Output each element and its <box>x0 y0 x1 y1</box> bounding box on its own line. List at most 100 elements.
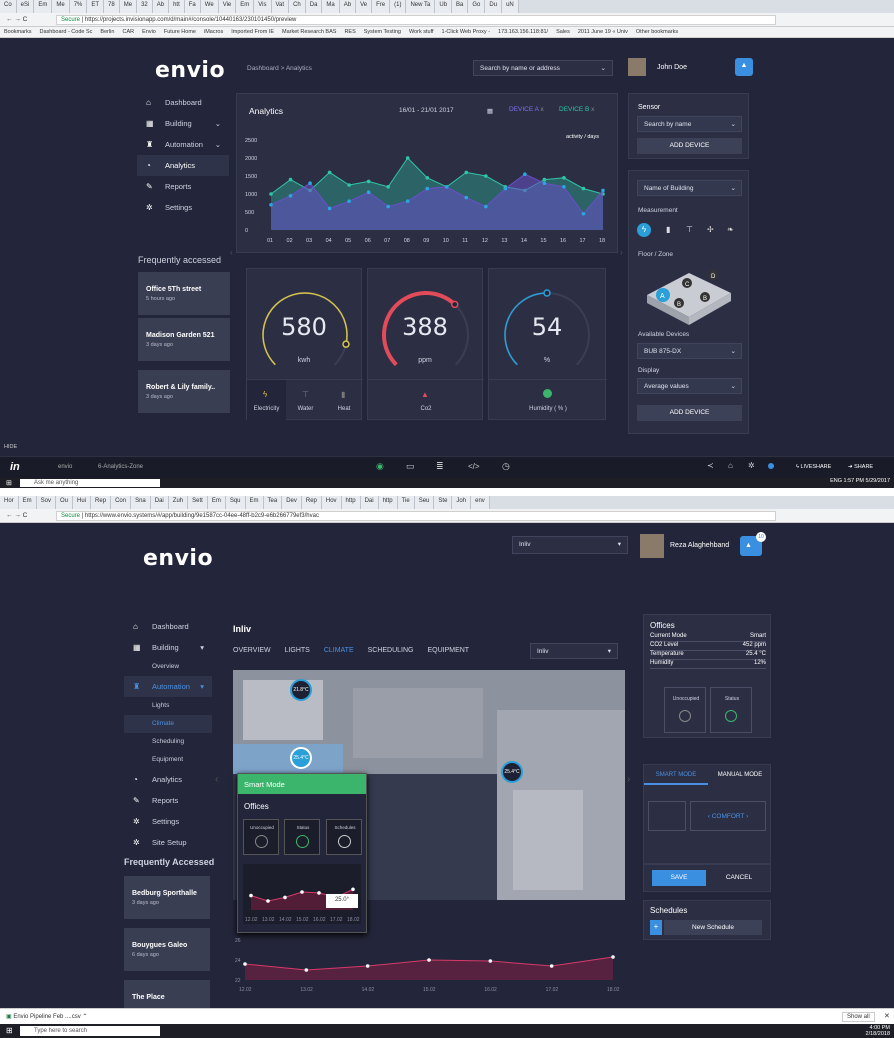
tap-icon[interactable]: ⊤ <box>686 225 693 234</box>
data-point[interactable] <box>425 186 430 191</box>
history-icon[interactable]: ◷ <box>502 461 510 472</box>
browser-tab[interactable]: Zuh <box>168 496 189 509</box>
search-select[interactable]: Search by name or address ⌄ <box>473 60 613 76</box>
data-point[interactable] <box>405 199 410 203</box>
browser-tab[interactable]: Squ <box>225 496 246 509</box>
data-point[interactable] <box>300 890 304 894</box>
browser-tab[interactable]: Sett <box>188 496 208 509</box>
browser-tab[interactable]: New Ta <box>406 0 436 13</box>
place-card[interactable]: Bouygues Galeo 6 days ago <box>124 928 210 972</box>
bookmark-item[interactable]: Dashboard - Code Sc <box>40 29 93 35</box>
browser-tab[interactable]: Ch <box>289 0 306 13</box>
tab-lights[interactable]: LIGHTS <box>285 647 310 654</box>
nav-dashboard[interactable]: ⌂ Dashboard <box>137 92 229 113</box>
sensor-search[interactable]: Search by name ⌄ <box>637 116 742 132</box>
browser-tab[interactable]: env <box>471 496 490 509</box>
schedules-card[interactable]: Schedules <box>326 819 362 855</box>
data-point[interactable] <box>365 964 370 968</box>
browser-tab[interactable]: Hui <box>73 496 92 509</box>
data-point[interactable] <box>327 170 332 175</box>
place-card[interactable]: Madison Garden 521 3 days ago <box>138 318 230 362</box>
browser-tab[interactable]: Da <box>305 0 323 13</box>
device-select[interactable]: BUB 875-DX ⌄ <box>637 343 742 359</box>
zone-select[interactable]: Inliv ▾ <box>530 643 618 659</box>
nav-site-setup[interactable]: ✲ Site Setup <box>124 832 212 853</box>
browser-tab[interactable]: Tea <box>263 496 283 509</box>
browser-tab[interactable]: Fre <box>372 0 391 13</box>
cortana-search[interactable]: Type here to search <box>20 1026 160 1036</box>
prev-arrow-icon[interactable]: ‹ <box>230 248 233 257</box>
browser-tab[interactable]: Go <box>468 0 486 13</box>
data-point[interactable] <box>304 968 309 972</box>
bookmark-item[interactable]: CAR <box>122 29 134 35</box>
floor-plan-3d[interactable]: A B C D B <box>639 265 739 329</box>
browser-tab[interactable]: http <box>378 496 398 509</box>
nav-climate[interactable]: Climate <box>124 715 212 733</box>
data-point[interactable] <box>562 176 566 180</box>
reload-icon[interactable]: C <box>23 512 28 519</box>
forward-icon[interactable]: → <box>14 512 21 519</box>
browser-tab[interactable]: Me <box>52 0 70 13</box>
nav-overview[interactable]: Overview <box>124 658 212 676</box>
data-point[interactable] <box>464 195 469 200</box>
eye-icon[interactable]: ◉ <box>376 461 384 472</box>
tab-electricity[interactable]: ϟ Electricity <box>247 380 286 422</box>
data-point[interactable] <box>503 186 508 191</box>
data-point[interactable] <box>327 206 332 211</box>
data-point[interactable] <box>351 887 355 892</box>
bell-icon[interactable]: ▲ 10 <box>740 532 766 556</box>
browser-tab[interactable]: Rep <box>91 496 112 509</box>
browser-tab[interactable]: Hov <box>321 496 342 509</box>
data-point[interactable] <box>484 174 488 178</box>
data-point[interactable] <box>269 192 273 196</box>
cortana-search[interactable]: Ask me anything <box>20 479 160 487</box>
browser-tab[interactable]: Ma <box>322 0 340 13</box>
screen-selector[interactable]: 6-Analytics-Zone <box>98 464 143 470</box>
avatar[interactable] <box>640 534 664 558</box>
browser-tab[interactable]: Ste <box>434 496 453 509</box>
place-card[interactable]: Bedburg Sporthalle 3 days ago <box>124 876 210 920</box>
nav-settings[interactable]: ✲ Settings <box>137 197 229 218</box>
nav-building[interactable]: ▦ Building ▾ <box>124 637 212 658</box>
data-point[interactable] <box>611 955 615 959</box>
data-point[interactable] <box>601 188 605 193</box>
bookmark-item[interactable]: RES <box>344 29 355 35</box>
bookmark-item[interactable]: 2011 June 19 « Univ <box>578 29 628 35</box>
bookmark-item[interactable]: Sales <box>556 29 570 35</box>
user-name[interactable]: John Doe <box>657 64 687 71</box>
bookmark-item[interactable]: Bookmarks <box>4 29 32 35</box>
browser-tab[interactable]: Sna <box>131 496 151 509</box>
browser-tab[interactable]: Rep <box>301 496 322 509</box>
display-select[interactable]: Average values ⌄ <box>637 378 742 394</box>
data-point[interactable] <box>308 181 312 185</box>
home-icon[interactable]: ⌂ <box>728 461 733 470</box>
browser-tab[interactable]: Dai <box>150 496 169 509</box>
show-all-button[interactable]: Show all <box>842 1012 875 1022</box>
browser-tab[interactable]: Hor <box>0 496 19 509</box>
device-b-chip[interactable]: DEVICE B x <box>559 106 594 113</box>
browser-tab[interactable]: Ub <box>435 0 453 13</box>
bookmark-item[interactable]: Other bookmarks <box>636 29 678 35</box>
user-name[interactable]: Reza Alaghehband <box>670 542 729 549</box>
browser-tab[interactable]: 78 <box>104 0 120 13</box>
browser-tab[interactable]: Du <box>485 0 503 13</box>
data-point[interactable] <box>249 893 253 898</box>
browser-tab[interactable]: Ab <box>152 0 170 13</box>
url-field[interactable]: Secure | https://www.envio.systems/#/app… <box>56 511 776 521</box>
nav-settings[interactable]: ✲ Settings <box>124 811 212 832</box>
bell-icon[interactable]: ▲ <box>735 58 753 76</box>
envio-logo[interactable]: envio <box>155 58 225 83</box>
data-point[interactable] <box>288 177 293 182</box>
browser-tab[interactable]: Ou <box>56 496 74 509</box>
browser-tab[interactable]: ET <box>87 0 105 13</box>
tab-water[interactable]: ⊤ Water <box>286 380 325 422</box>
browser-tab[interactable]: http <box>341 496 361 509</box>
nav-dashboard[interactable]: ⌂ Dashboard <box>124 616 212 637</box>
browser-tab[interactable]: Em <box>18 496 37 509</box>
data-point[interactable] <box>427 958 431 962</box>
browser-tab[interactable]: Ab <box>339 0 357 13</box>
data-point[interactable] <box>386 204 390 209</box>
liveshare-button[interactable]: ϟ LIVESHARE <box>796 464 831 470</box>
data-point[interactable] <box>464 170 469 175</box>
tab-heat[interactable]: ▮ Heat <box>325 380 363 422</box>
